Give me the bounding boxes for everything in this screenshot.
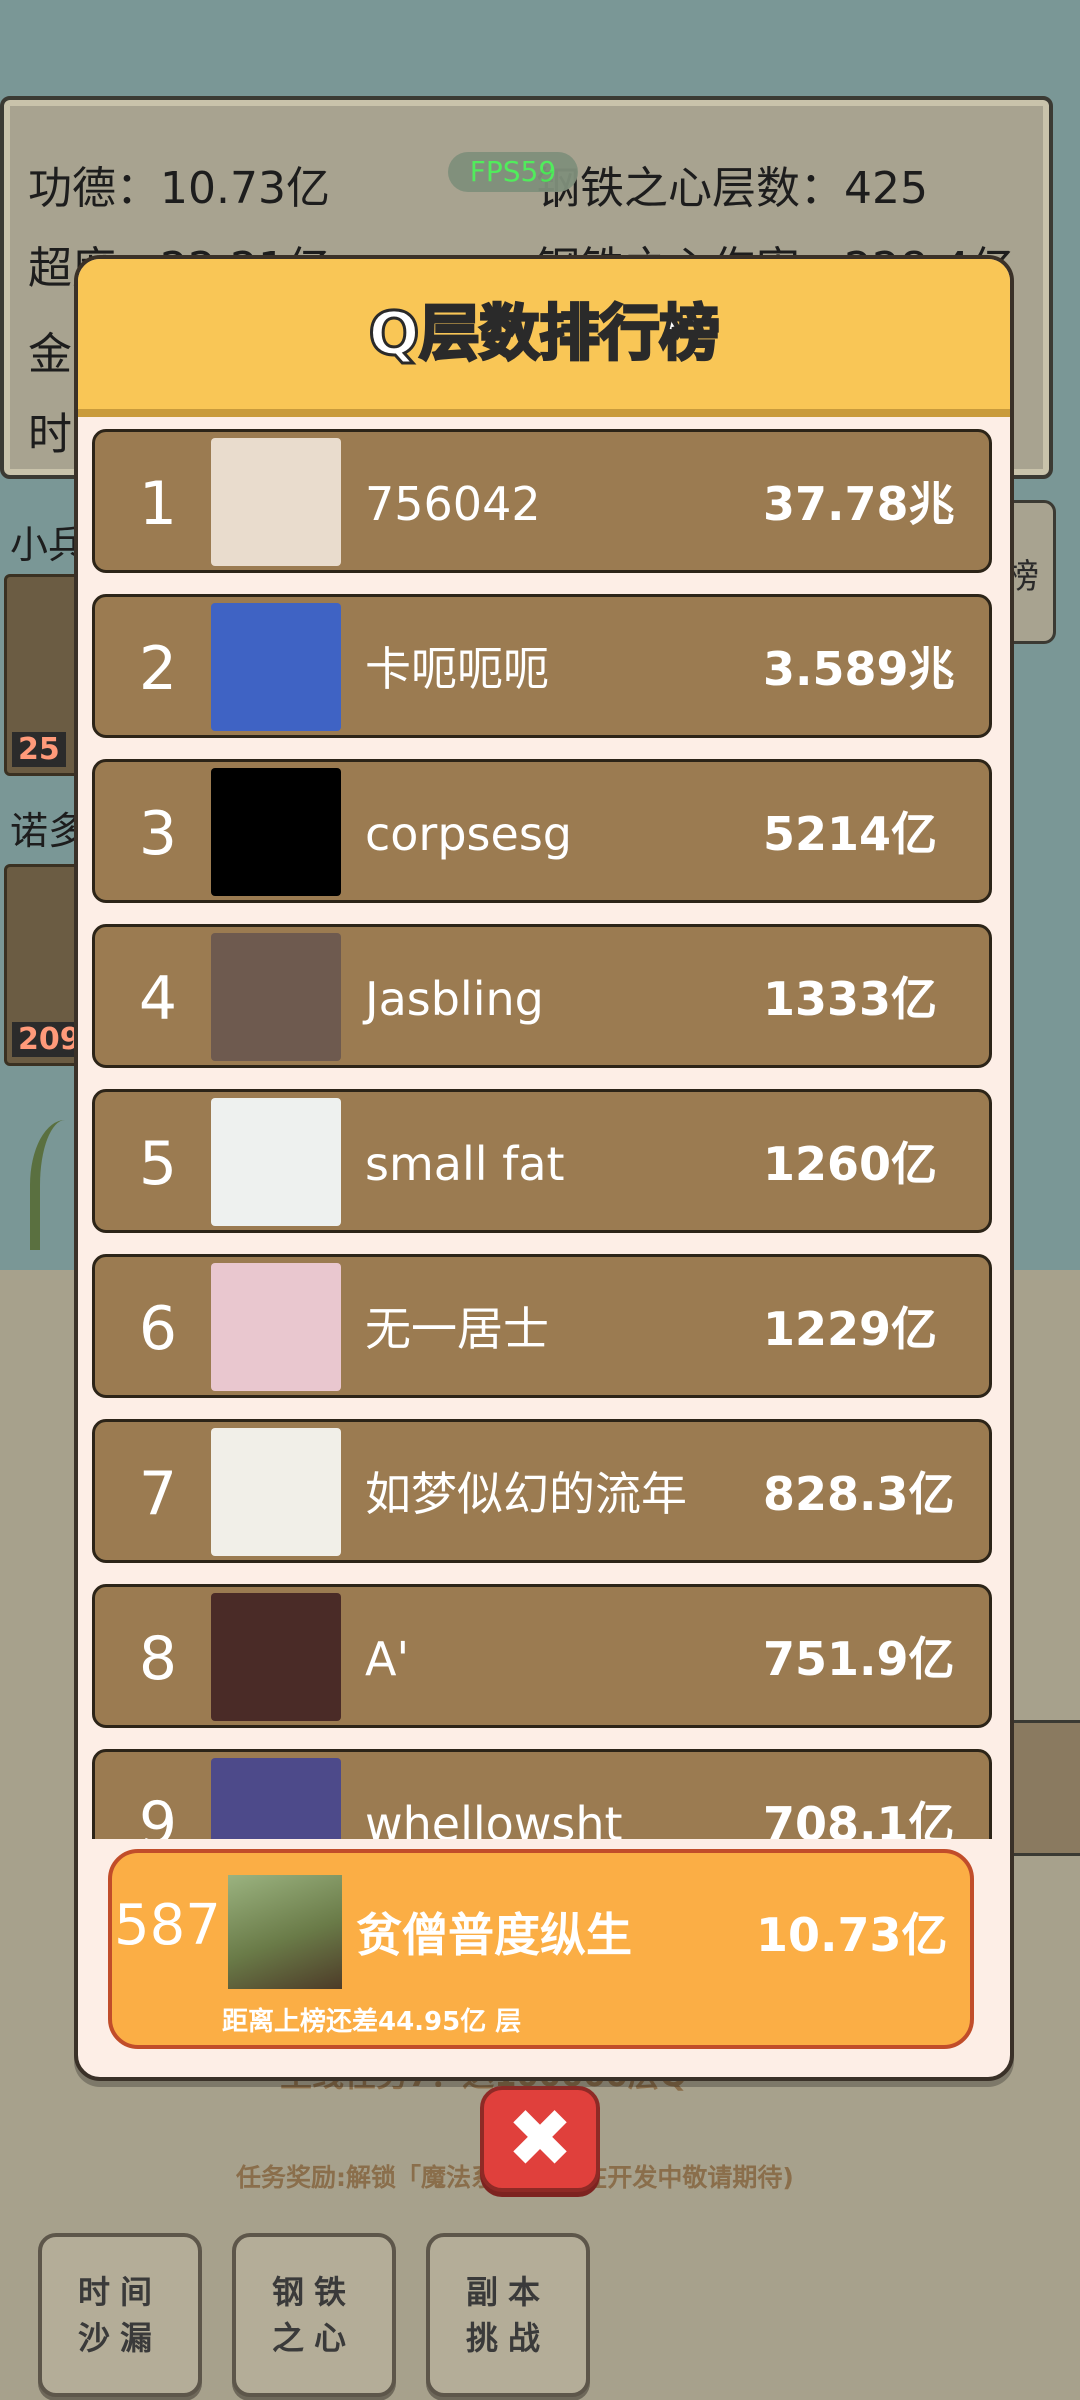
player-name: corpsesg bbox=[365, 807, 572, 861]
player-avatar bbox=[211, 933, 341, 1061]
leaderboard-modal: Q层数排行榜 1 756042 37.78兆 2 卡呃呃呃 3.589兆 3 c… bbox=[74, 255, 1014, 2081]
steel-heart-button-line1: 钢铁 bbox=[271, 2273, 356, 2311]
row-rank: 4 bbox=[138, 964, 178, 1034]
leaderboard-row[interactable]: 9 whellowsht 708.1亿 bbox=[92, 1749, 992, 1839]
my-score: 10.73亿 bbox=[756, 1908, 948, 1962]
stat-merit: 功德：10.73亿 bbox=[28, 163, 330, 214]
leaderboard-row[interactable]: 2 卡呃呃呃 3.589兆 bbox=[92, 594, 992, 738]
row-rank: 1 bbox=[138, 469, 178, 539]
my-avatar bbox=[228, 1875, 342, 1989]
player-score: 1260亿 bbox=[763, 1137, 938, 1191]
hourglass-button-line1: 时间 bbox=[77, 2273, 162, 2311]
player-avatar bbox=[211, 1098, 341, 1226]
player-name: 卡呃呃呃 bbox=[365, 642, 549, 696]
player-name: 无一居士 bbox=[365, 1302, 549, 1356]
leaderboard-row[interactable]: 5 small fat 1260亿 bbox=[92, 1089, 992, 1233]
dungeon-button-line2: 挑战 bbox=[465, 2319, 550, 2357]
row-rank: 3 bbox=[138, 799, 178, 869]
hourglass-button-line2: 沙漏 bbox=[77, 2319, 162, 2357]
row-rank: 2 bbox=[138, 634, 178, 704]
steel-heart-button[interactable]: 钢铁 之心 bbox=[232, 2233, 396, 2397]
my-rank-row: 587 贫僧普度纵生 10.73亿 距离上榜还差44.95亿 层 bbox=[108, 1849, 974, 2049]
player-score: 828.3亿 bbox=[763, 1467, 955, 1521]
close-icon: ✖ bbox=[506, 2092, 574, 2185]
my-name: 贫僧普度纵生 bbox=[356, 1908, 632, 1962]
player-avatar bbox=[211, 768, 341, 896]
stat-steel-layers: 钢铁之心层数：425 bbox=[536, 163, 928, 214]
row-rank: 6 bbox=[138, 1294, 178, 1364]
player-avatar bbox=[211, 603, 341, 731]
player-score: 708.1亿 bbox=[763, 1797, 955, 1839]
player-name: A' bbox=[365, 1632, 410, 1686]
dungeon-challenge-button[interactable]: 副本 挑战 bbox=[426, 2233, 590, 2397]
player-avatar bbox=[211, 438, 341, 566]
player-avatar bbox=[211, 1263, 341, 1391]
leaderboard-row[interactable]: 6 无一居士 1229亿 bbox=[92, 1254, 992, 1398]
hourglass-button[interactable]: 时间 沙漏 bbox=[38, 2233, 202, 2397]
leaderboard-row[interactable]: 1 756042 37.78兆 bbox=[92, 429, 992, 573]
leaderboard-row[interactable]: 4 Jasbling 1333亿 bbox=[92, 924, 992, 1068]
player-avatar bbox=[211, 1758, 341, 1839]
leaderboard-title: Q层数排行榜 bbox=[367, 298, 721, 371]
leaderboard-list[interactable]: 1 756042 37.78兆 2 卡呃呃呃 3.589兆 3 corpsesg… bbox=[92, 429, 992, 1839]
steel-heart-button-line2: 之心 bbox=[271, 2319, 356, 2357]
my-rank: 587 bbox=[114, 1893, 221, 1958]
player-avatar bbox=[211, 1593, 341, 1721]
player-score: 3.589兆 bbox=[763, 642, 955, 696]
player-name: 756042 bbox=[365, 477, 541, 531]
close-button[interactable]: ✖ bbox=[480, 2086, 600, 2192]
player-score: 751.9亿 bbox=[763, 1632, 955, 1686]
row-rank: 5 bbox=[138, 1129, 178, 1199]
row-rank: 9 bbox=[138, 1789, 178, 1839]
player-name: Jasbling bbox=[365, 972, 544, 1026]
leaderboard-row[interactable]: 7 如梦似幻的流年 828.3亿 bbox=[92, 1419, 992, 1563]
leaderboard-row[interactable]: 8 A' 751.9亿 bbox=[92, 1584, 992, 1728]
row-rank: 8 bbox=[138, 1624, 178, 1694]
player-name: whellowsht bbox=[365, 1797, 623, 1839]
player-name: small fat bbox=[365, 1137, 565, 1191]
player-score: 1333亿 bbox=[763, 972, 938, 1026]
leaderboard-row[interactable]: 3 corpsesg 5214亿 bbox=[92, 759, 992, 903]
player-name: 如梦似幻的流年 bbox=[365, 1467, 687, 1521]
dungeon-button-line1: 副本 bbox=[465, 2273, 550, 2311]
player-score: 37.78兆 bbox=[763, 477, 955, 531]
side-badge-1: 25 bbox=[12, 732, 66, 767]
row-rank: 7 bbox=[138, 1459, 178, 1529]
stat-time: 时 bbox=[28, 409, 72, 460]
player-score: 5214亿 bbox=[763, 807, 938, 861]
player-score: 1229亿 bbox=[763, 1302, 938, 1356]
stat-gold: 金 bbox=[28, 329, 72, 380]
player-avatar bbox=[211, 1428, 341, 1556]
rank-gap-text: 距离上榜还差44.95亿 层 bbox=[222, 2007, 522, 2037]
fps-counter: FPS59 bbox=[448, 152, 578, 192]
